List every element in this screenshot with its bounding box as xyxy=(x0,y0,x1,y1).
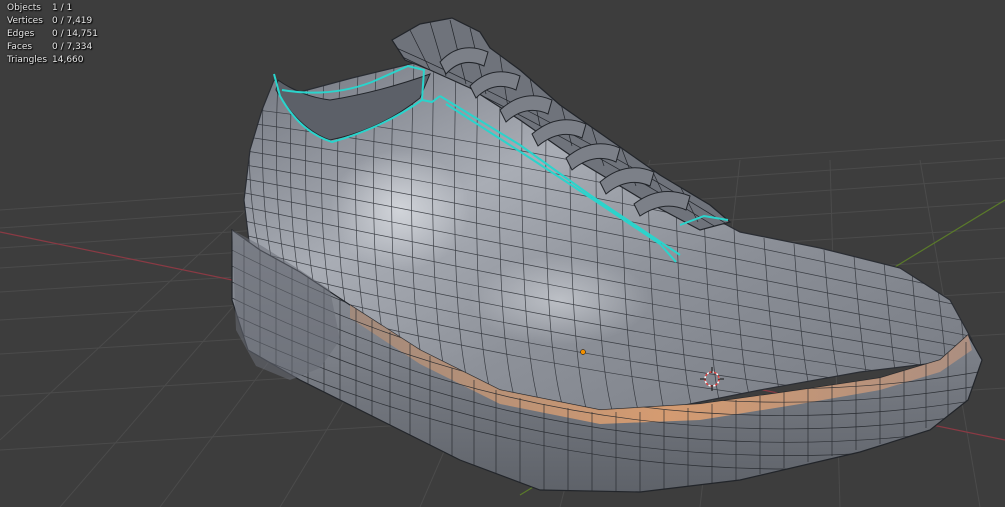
stat-value: 1 / 1 xyxy=(52,3,73,13)
object-origin xyxy=(580,349,586,355)
3d-viewport[interactable]: Objects 1 / 1 Vertices 0 / 7,419 Edges 0… xyxy=(0,0,1005,507)
stat-label: Triangles xyxy=(7,55,48,65)
stat-vertices: Vertices 0 / 7,419 xyxy=(7,15,98,28)
stat-label: Faces xyxy=(7,42,33,52)
stat-label: Edges xyxy=(7,29,35,39)
stat-value: 0 / 14,751 xyxy=(52,29,98,39)
stat-objects: Objects 1 / 1 xyxy=(7,2,98,15)
statistics-overlay: Objects 1 / 1 Vertices 0 / 7,419 Edges 0… xyxy=(7,2,98,67)
stat-value: 14,660 xyxy=(52,55,84,65)
viewport-scene[interactable] xyxy=(0,0,1005,507)
stat-faces: Faces 0 / 7,334 xyxy=(7,41,98,54)
stat-edges: Edges 0 / 14,751 xyxy=(7,28,98,41)
stat-value: 0 / 7,334 xyxy=(52,42,93,52)
stat-value: 0 / 7,419 xyxy=(52,16,93,26)
stat-label: Objects xyxy=(7,3,42,13)
stat-label: Vertices xyxy=(7,16,43,26)
stat-triangles: Triangles 14,660 xyxy=(7,54,98,67)
